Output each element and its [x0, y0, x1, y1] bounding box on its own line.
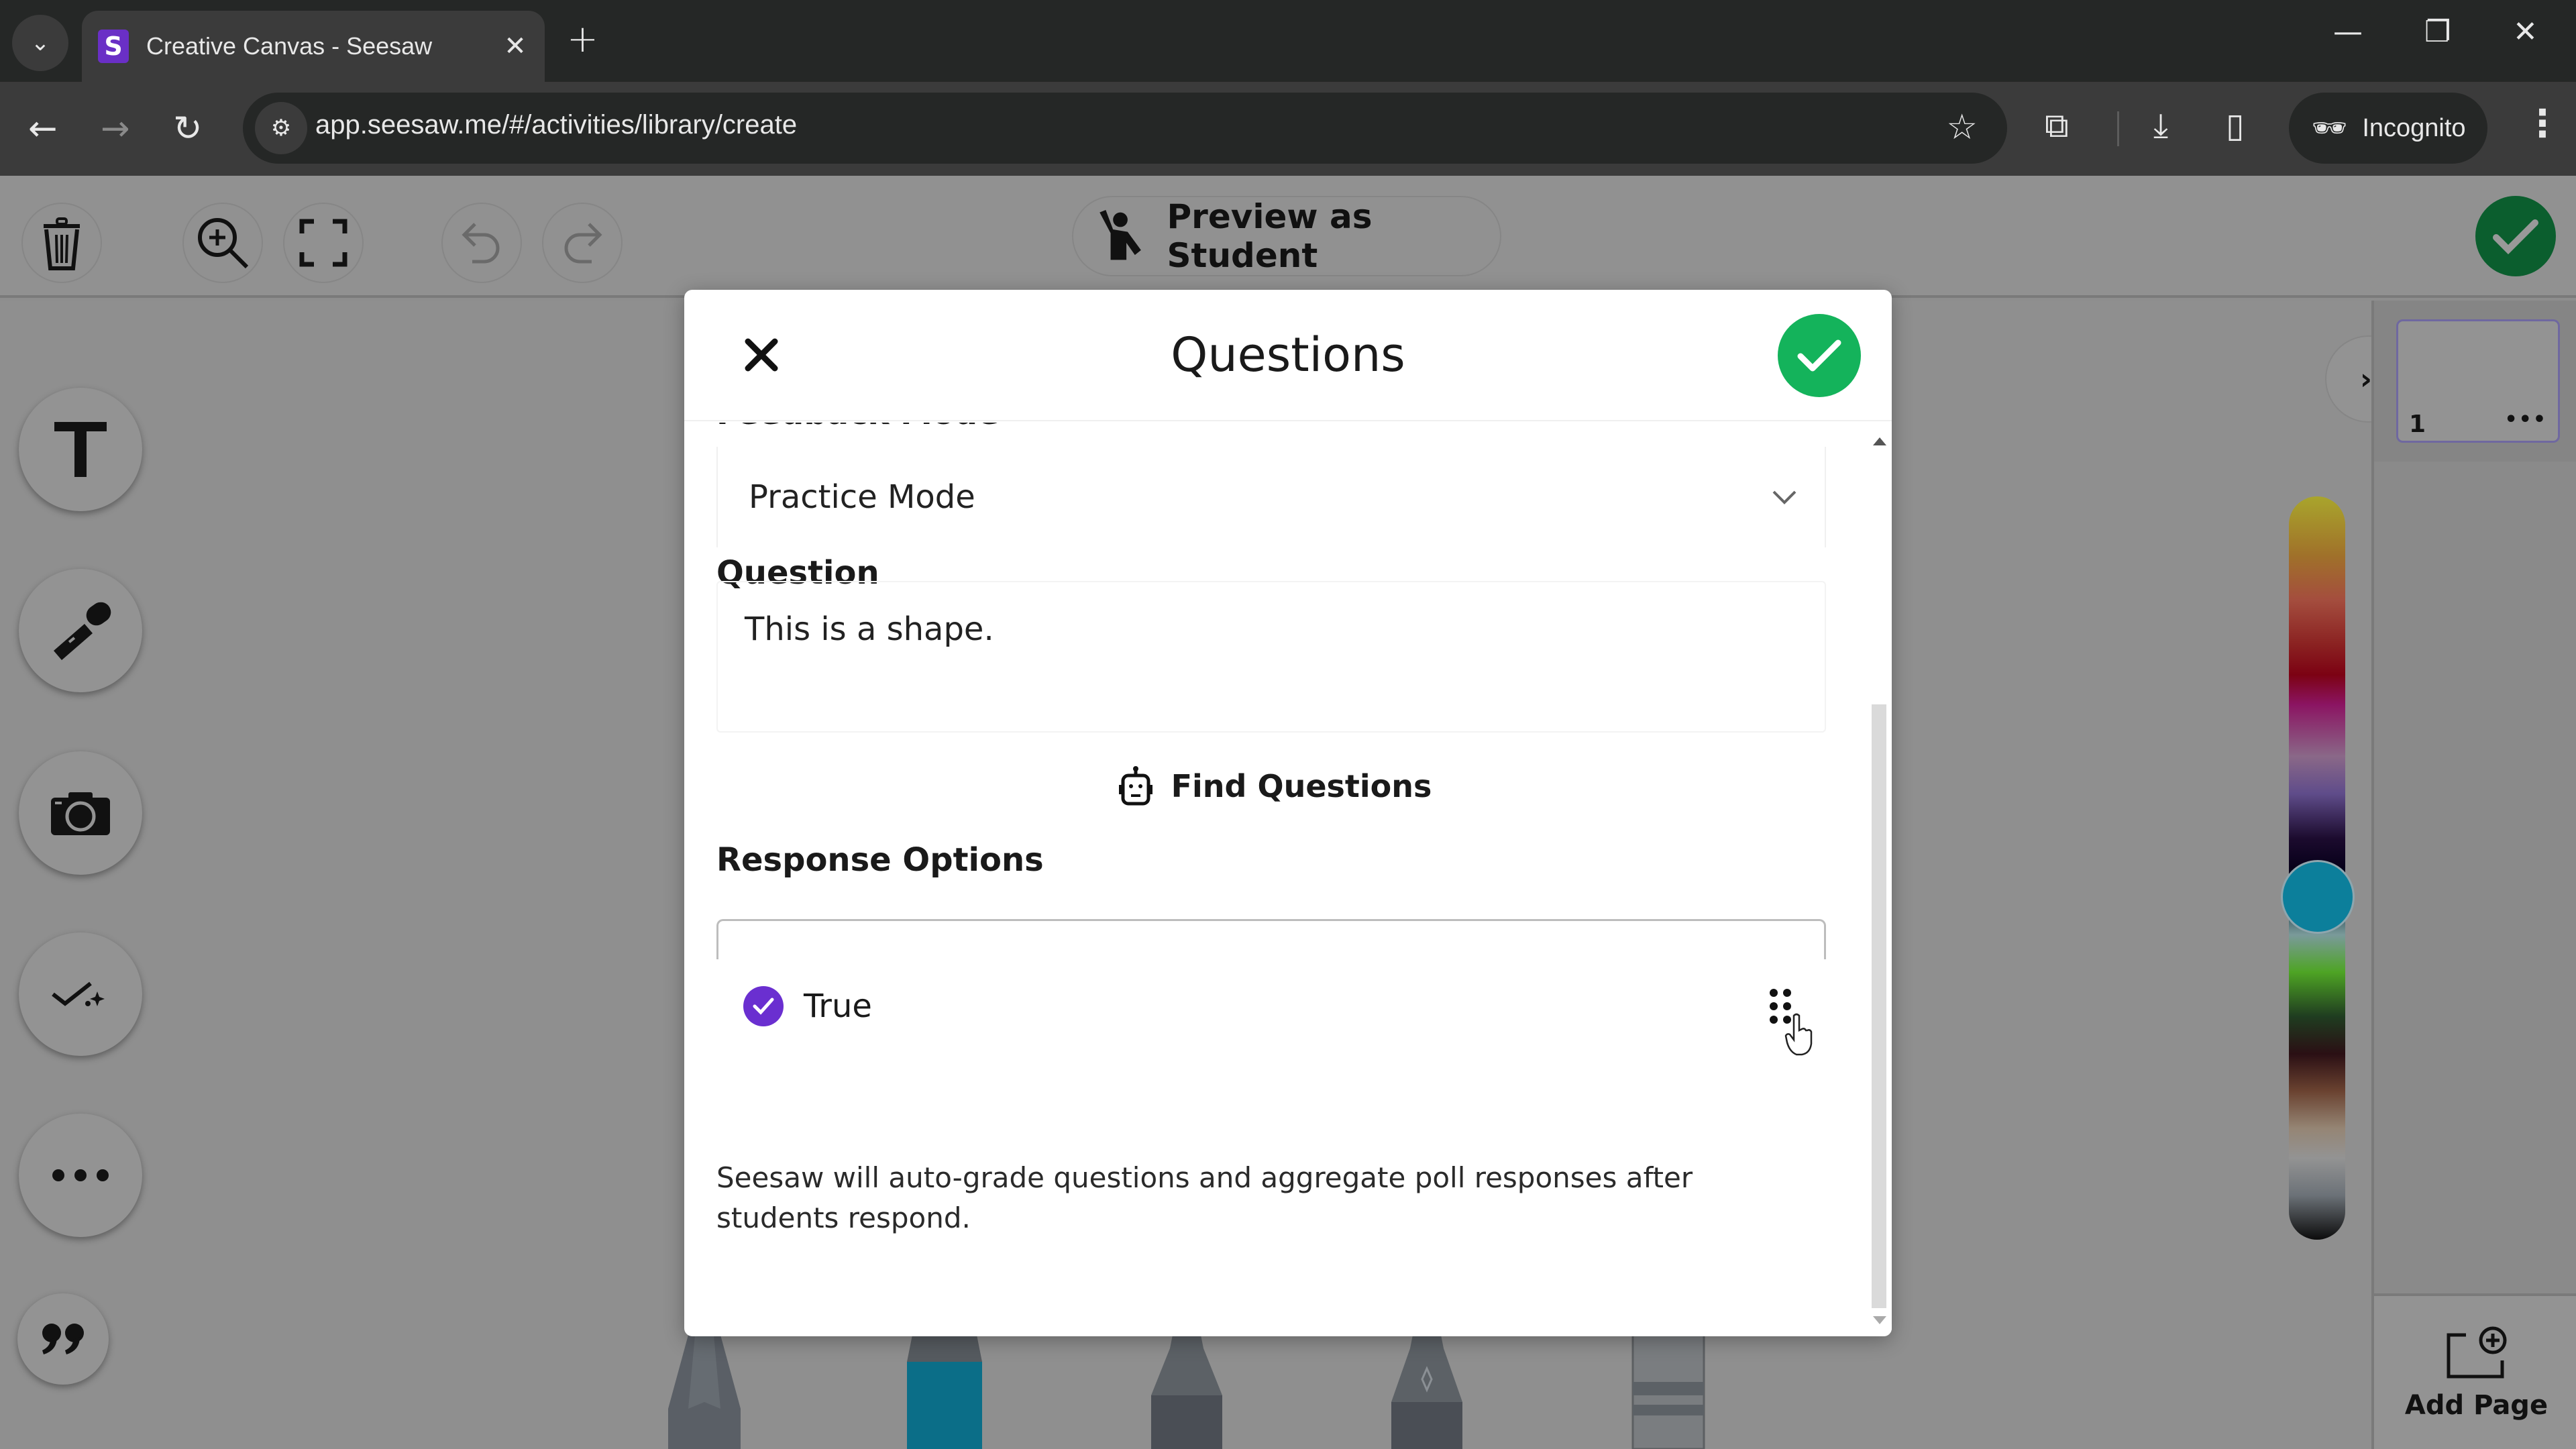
dialog-header: Questions: [684, 290, 1892, 421]
camera-tool-button[interactable]: [19, 751, 142, 875]
more-tools-button[interactable]: [19, 1114, 142, 1237]
student-raising-hand-icon: [1099, 210, 1141, 260]
undo-icon: [462, 223, 500, 264]
restore-button[interactable]: ❐: [2424, 15, 2451, 49]
feedback-mode-select[interactable]: Practice Mode: [716, 447, 1826, 547]
text-icon: [54, 422, 107, 477]
delete-button[interactable]: [21, 203, 102, 283]
app-toolbar: Preview as Student: [0, 176, 2576, 298]
find-questions-label: Find Questions: [1171, 768, 1432, 804]
pencil-tool[interactable]: [664, 1335, 745, 1449]
browser-menu-button[interactable]: ⋮: [2524, 102, 2561, 146]
marker-tool[interactable]: [906, 1335, 983, 1449]
camera-icon: [51, 792, 110, 835]
incognito-icon: 🕶: [2312, 111, 2348, 144]
add-page-label: Add Page: [2404, 1390, 2548, 1421]
download-icon[interactable]: ⤓: [2153, 106, 2168, 146]
preview-as-student-button[interactable]: Preview as Student: [1072, 196, 1501, 276]
pen-tool[interactable]: [1148, 1335, 1225, 1449]
auto-grade-note: Seesaw will auto-grade questions and agg…: [716, 1161, 1693, 1234]
page-thumbnail-list: 1 •••: [2374, 301, 2576, 462]
dialog-body: Feedback Mode Practice Mode Question Thi…: [684, 423, 1865, 1336]
trash-icon: [44, 217, 80, 270]
chevron-down-icon: ⌄: [30, 30, 50, 56]
fullscreen-button[interactable]: [283, 203, 364, 283]
response-option-text[interactable]: True: [804, 987, 1770, 1025]
chevron-right-icon: ›: [2359, 362, 2373, 396]
dialog-title: Questions: [1171, 327, 1405, 382]
redo-button[interactable]: [542, 203, 623, 283]
pointer-cursor-icon: [1784, 1013, 1813, 1056]
eraser-tool[interactable]: [1630, 1335, 1707, 1449]
site-info-icon[interactable]: ⚙: [255, 102, 307, 154]
address-bar[interactable]: ⚙ app.seesaw.me/#/activities/library/cre…: [243, 93, 2007, 164]
bookmark-star-icon[interactable]: ☆: [1946, 107, 1978, 148]
new-tab-button[interactable]: +: [567, 17, 598, 61]
find-questions-button[interactable]: Find Questions: [684, 766, 1865, 806]
save-activity-button[interactable]: [2475, 196, 2556, 276]
question-text-input[interactable]: This is a shape.: [716, 581, 1826, 733]
questions-tool-button[interactable]: [19, 932, 142, 1056]
check-icon: [2493, 219, 2538, 255]
incognito-badge[interactable]: 🕶 Incognito: [2289, 93, 2487, 164]
browser-tab-bar: ⌄ S Creative Canvas - Seesaw ✕ + — ❐ ✕: [0, 0, 2576, 82]
feedback-mode-value: Practice Mode: [749, 478, 975, 516]
redo-icon: [564, 223, 602, 264]
page-number: 1: [2409, 411, 2426, 438]
tab-close-button[interactable]: ✕: [495, 31, 535, 62]
scroll-up-arrow[interactable]: [1873, 437, 1886, 445]
quote-tool-button[interactable]: [17, 1293, 109, 1385]
page-more-button[interactable]: •••: [2504, 408, 2547, 431]
quote-icon: [42, 1324, 84, 1354]
extensions-icon[interactable]: ⧉: [2045, 106, 2069, 146]
scrollbar-thumb[interactable]: [1872, 704, 1886, 1308]
questions-dialog: Questions Feedback Mode Practice Mode Qu…: [684, 290, 1892, 1336]
page-thumbnail[interactable]: 1 •••: [2396, 319, 2560, 443]
confirm-dialog-button[interactable]: [1778, 314, 1861, 397]
robot-icon: [1118, 766, 1154, 806]
undo-button[interactable]: [441, 203, 522, 283]
ellipsis-icon: [52, 1169, 109, 1181]
response-options-label: Response Options: [716, 841, 1044, 879]
check-icon: [1797, 339, 1841, 372]
dialog-scrollbar[interactable]: [1866, 423, 1892, 1336]
browser-tab[interactable]: S Creative Canvas - Seesaw ✕: [82, 11, 545, 82]
add-page-icon: [2447, 1326, 2506, 1379]
microphone-icon: [54, 602, 111, 660]
tab-search-button[interactable]: ⌄: [12, 15, 68, 71]
url-text[interactable]: app.seesaw.me/#/activities/library/creat…: [315, 110, 797, 140]
seesaw-favicon-icon: S: [98, 30, 129, 63]
check-icon: [753, 998, 774, 1015]
scroll-down-arrow[interactable]: [1873, 1316, 1886, 1324]
check-sparkle-icon: [52, 981, 105, 1006]
preview-label: Preview as Student: [1167, 197, 1373, 275]
reload-button[interactable]: ↻: [173, 109, 203, 149]
zoom-in-button[interactable]: [182, 203, 263, 283]
pages-panel: 1 ••• Add Page: [2371, 301, 2576, 1449]
minimize-button[interactable]: —: [2333, 15, 2363, 49]
tab-title: Creative Canvas - Seesaw: [146, 32, 433, 60]
audio-tool-button[interactable]: [19, 569, 142, 692]
browser-toolbar: ← → ↻ ⚙ app.seesaw.me/#/activities/libra…: [0, 82, 2576, 176]
toolbar-divider: [2117, 111, 2119, 146]
add-page-button[interactable]: Add Page: [2374, 1293, 2576, 1449]
response-option-row[interactable]: True: [716, 959, 1826, 1053]
fullscreen-icon: [299, 219, 347, 267]
back-button[interactable]: ←: [28, 109, 58, 149]
correct-answer-checkbox[interactable]: [743, 986, 784, 1026]
text-tool-button[interactable]: [19, 388, 142, 511]
side-panel-icon[interactable]: ▯: [2226, 106, 2245, 145]
chevron-down-icon: [1772, 490, 1796, 504]
zoom-in-icon: [198, 218, 249, 269]
color-slider-handle[interactable]: [2281, 860, 2355, 934]
window-close-button[interactable]: ✕: [2513, 15, 2538, 49]
calligraphy-pen-tool[interactable]: [1389, 1335, 1465, 1449]
incognito-label: Incognito: [2362, 113, 2466, 142]
feedback-mode-label: Feedback Mode: [716, 423, 1000, 432]
forward-button[interactable]: →: [101, 109, 130, 149]
